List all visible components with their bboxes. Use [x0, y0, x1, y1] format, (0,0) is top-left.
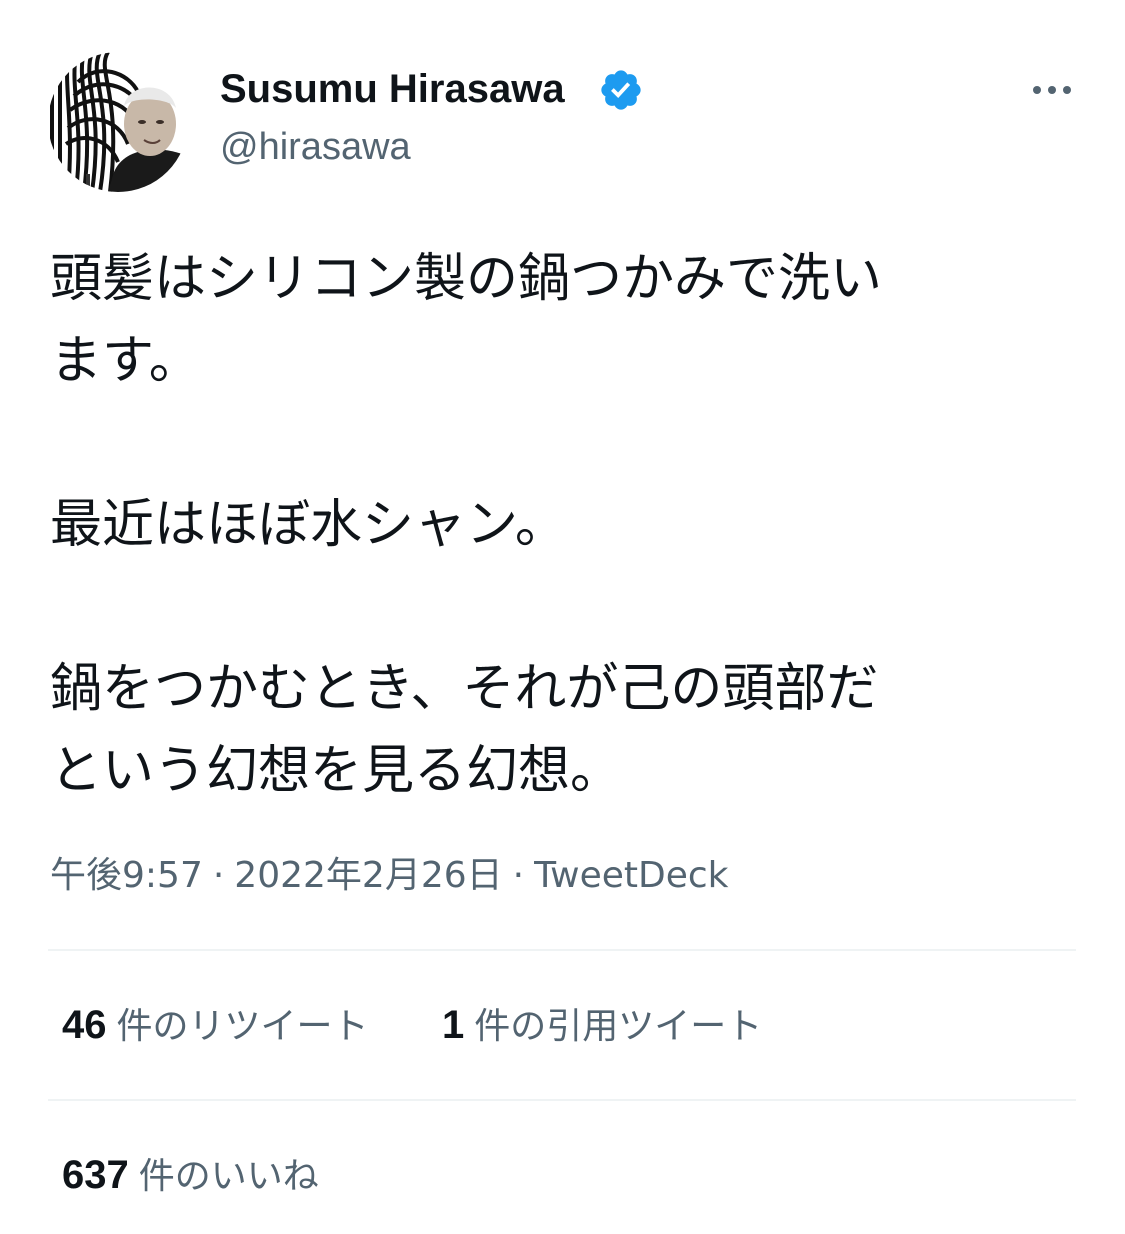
- divider: [48, 1099, 1076, 1101]
- tweet-text-line: という幻想を見る幻想。: [50, 741, 623, 801]
- retweets-stat[interactable]: 46 件のリツイート: [62, 1002, 369, 1050]
- verified-badge-icon: [601, 70, 641, 110]
- likes-count: 637: [62, 1153, 129, 1197]
- likes-label: 件のいいね: [138, 1156, 319, 1197]
- tweet-time[interactable]: 午後9:57: [50, 855, 203, 896]
- meta-separator: ·: [212, 855, 225, 896]
- likes-stat[interactable]: 637 件のいいね: [62, 1152, 319, 1200]
- meta-separator: ·: [512, 855, 525, 896]
- tweet-text-line: 鍋をつかむとき、それが己の頭部だ: [50, 659, 879, 719]
- tweet-metadata: 午後9:57 · 2022年2月26日 · TweetDeck: [50, 853, 729, 899]
- retweets-label: 件のリツイート: [116, 1006, 369, 1047]
- tweet-text-line: ます。: [50, 331, 201, 391]
- avatar[interactable]: [48, 52, 188, 192]
- author-handle[interactable]: @hirasawa: [220, 123, 411, 171]
- more-options-icon[interactable]: [1030, 80, 1074, 100]
- quote-tweets-stat[interactable]: 1 件の引用ツイート: [442, 1002, 762, 1050]
- tweet-date[interactable]: 2022年2月26日: [234, 855, 502, 896]
- tweet-text-line: 最近はほぼ水シャン。: [50, 495, 567, 555]
- retweets-count: 46: [62, 1003, 107, 1047]
- engagement-stats-row: 46 件のリツイート 1 件の引用ツイート: [62, 1002, 762, 1050]
- author-display-name[interactable]: Susumu Hirasawa: [220, 64, 565, 114]
- likes-stats-row: 637 件のいいね: [62, 1152, 319, 1200]
- tweet-text-line: 頭髪はシリコン製の鍋つかみで洗い: [50, 249, 883, 309]
- tweet-text: 頭髪はシリコン製の鍋つかみで洗い ます。 最近はほぼ水シャン。 鍋をつかむとき、…: [50, 238, 1060, 812]
- avatar-image: [48, 52, 188, 192]
- quote-tweets-count: 1: [441, 1003, 465, 1047]
- divider: [48, 949, 1076, 951]
- tweet-source[interactable]: TweetDeck: [534, 855, 728, 896]
- quote-tweets-label: 件の引用ツイート: [474, 1006, 763, 1047]
